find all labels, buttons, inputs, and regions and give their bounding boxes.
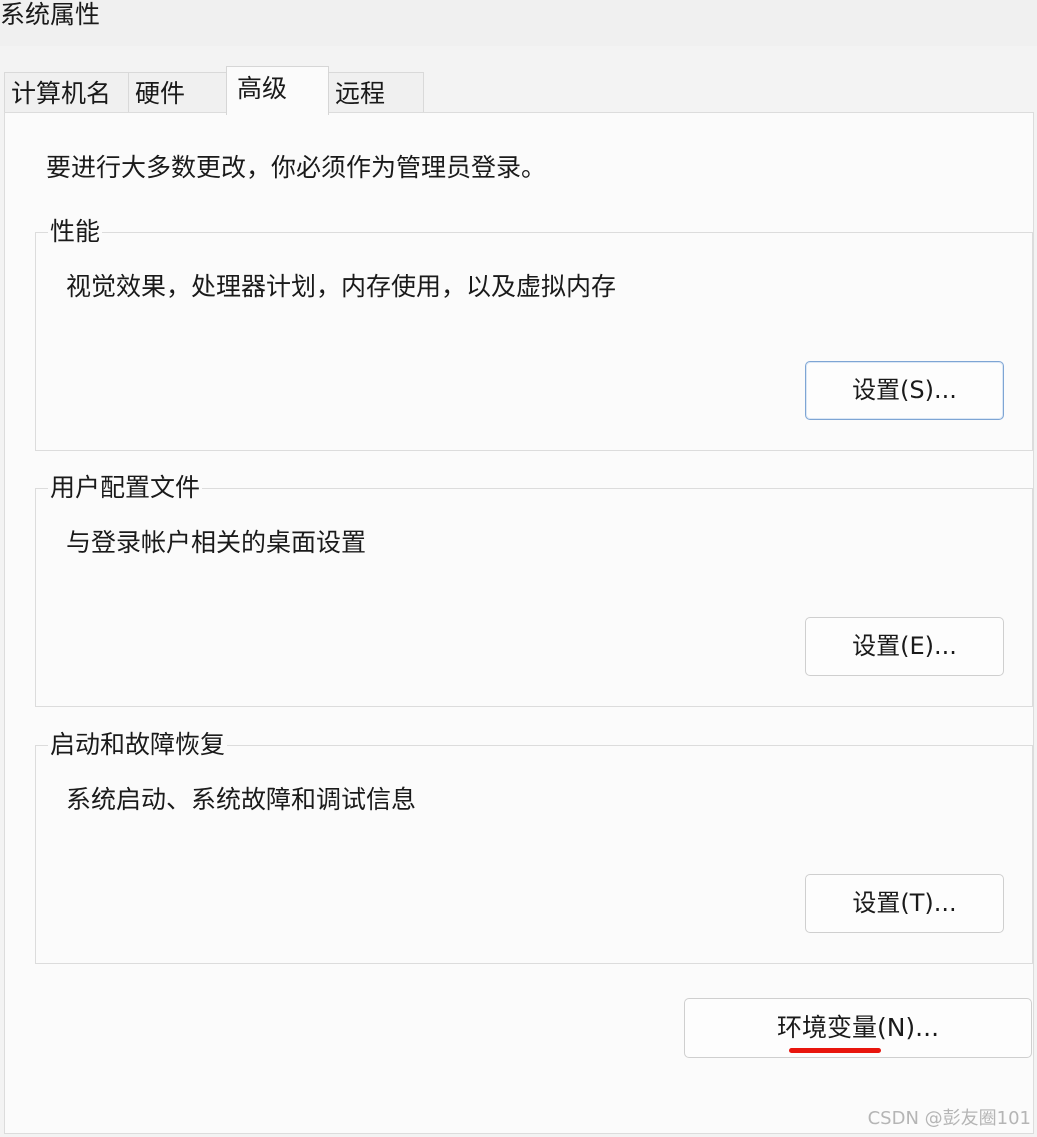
- startup-recovery-description: 系统启动、系统故障和调试信息: [66, 785, 417, 814]
- performance-description: 视觉效果，处理器计划，内存使用，以及虚拟内存: [66, 272, 617, 301]
- startup-recovery-group: 启动和故障恢复 系统启动、系统故障和调试信息 设置(T)...: [35, 728, 1033, 964]
- watermark: CSDN @彭友圈101: [867, 1108, 1031, 1129]
- tab-computer-name[interactable]: 计算机名: [4, 72, 129, 114]
- tab-remote[interactable]: 远程: [328, 72, 424, 114]
- tab-strip: 计算机名 硬件 高级 远程: [4, 66, 1034, 115]
- performance-group: 性能 视觉效果，处理器计划，内存使用，以及虚拟内存 设置(S)...: [35, 215, 1033, 451]
- performance-group-label: 性能: [48, 215, 103, 249]
- title-bar: 系统属性: [0, 0, 1037, 46]
- user-profiles-description: 与登录帐户相关的桌面设置: [66, 528, 367, 557]
- annotation-underline: [789, 1048, 881, 1053]
- tab-hardware[interactable]: 硬件: [128, 72, 227, 114]
- startup-recovery-group-label: 启动和故障恢复: [48, 728, 228, 762]
- user-profiles-settings-button[interactable]: 设置(E)...: [805, 617, 1004, 676]
- performance-settings-button[interactable]: 设置(S)...: [805, 361, 1004, 420]
- startup-recovery-settings-button[interactable]: 设置(T)...: [805, 874, 1004, 933]
- user-profiles-group-label: 用户配置文件: [48, 471, 203, 505]
- user-profiles-group: 用户配置文件 与登录帐户相关的桌面设置 设置(E)...: [35, 471, 1033, 707]
- admin-notice: 要进行大多数更改，你必须作为管理员登录。: [46, 153, 547, 182]
- tab-advanced[interactable]: 高级: [226, 66, 329, 115]
- window-title: 系统属性: [0, 0, 101, 29]
